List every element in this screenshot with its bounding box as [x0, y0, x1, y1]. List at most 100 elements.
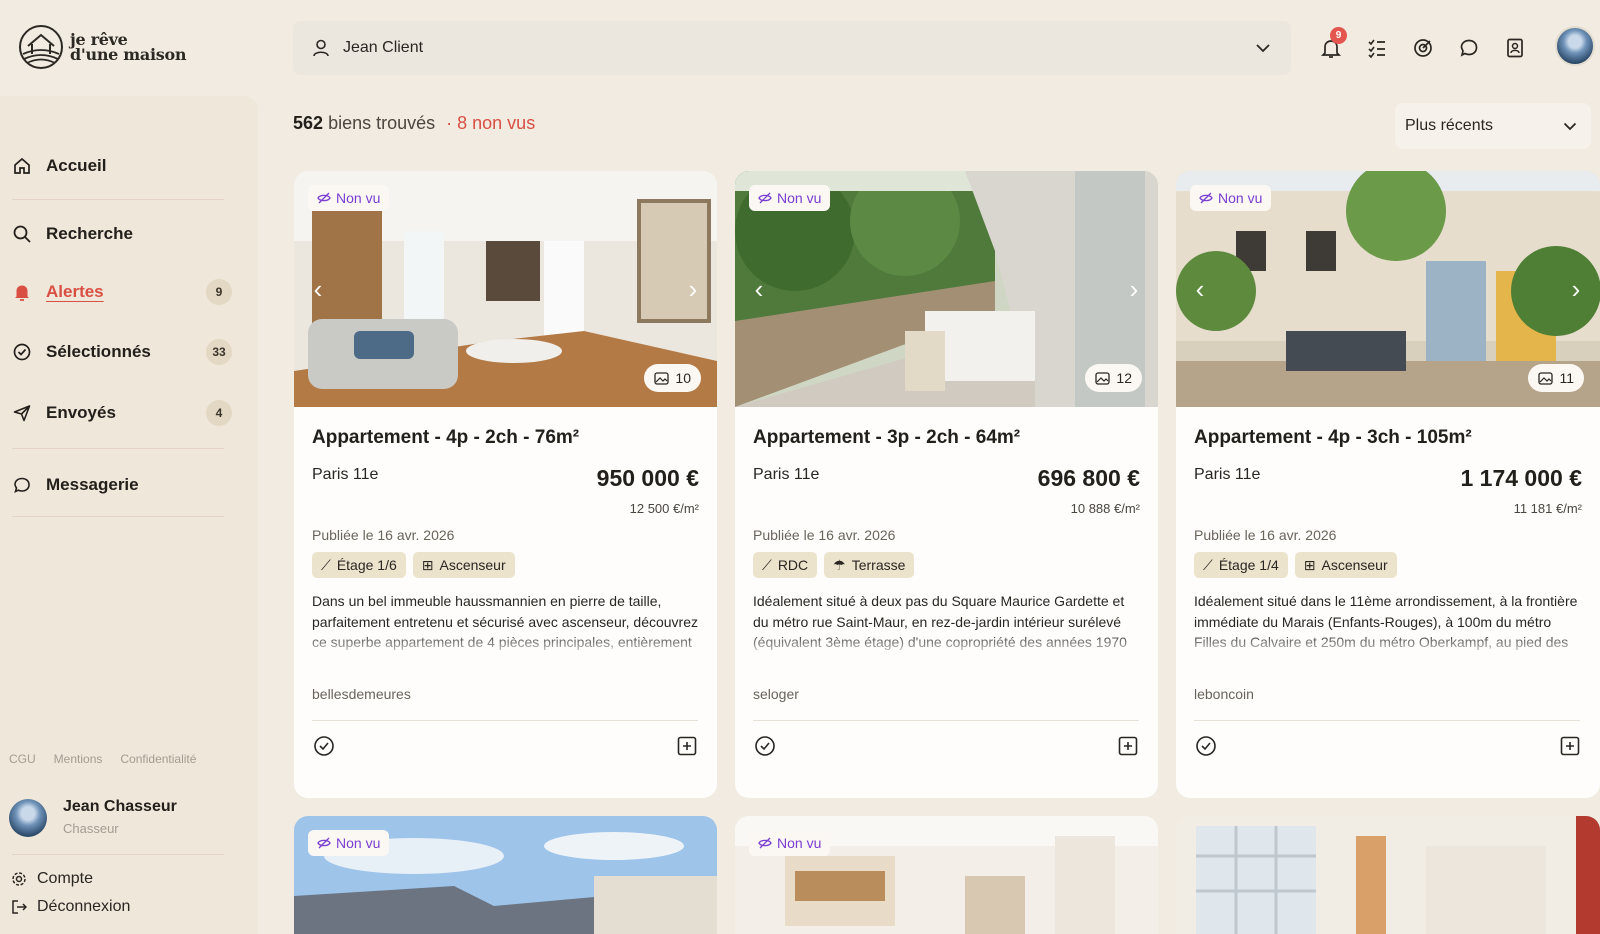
divider	[1194, 720, 1580, 721]
select-listing-button[interactable]	[1194, 734, 1218, 758]
chat-bubble-icon	[14, 477, 30, 493]
cgu-link[interactable]: CGU	[9, 752, 36, 766]
checklist-icon	[1368, 39, 1385, 59]
photos-icon	[1095, 371, 1111, 385]
listing-published-date: Publiée le 16 avr. 2026	[1194, 527, 1337, 543]
photo-count: 10	[644, 364, 701, 392]
listing-source: seloger	[753, 686, 799, 702]
listing-card[interactable]: Non vu ‹ › 11 Appartement - 4p - 3ch - 1…	[1176, 171, 1600, 798]
photo-count-value: 12	[1116, 370, 1132, 386]
add-listing-button[interactable]	[1116, 734, 1140, 758]
tag-floor: ⟋ Étage 1/4	[1194, 552, 1288, 578]
tasks-button[interactable]	[1359, 30, 1395, 66]
gear-icon	[12, 872, 26, 886]
listing-photo[interactable]: Non vu ‹ › 10	[294, 171, 717, 407]
current-user[interactable]: Jean Chasseur Chasseur	[9, 798, 177, 838]
sidebar-item-accueil[interactable]: Accueil	[12, 151, 232, 181]
stairs-icon: ⟋	[1203, 556, 1213, 573]
prev-photo-button[interactable]: ‹	[308, 276, 328, 302]
avatar	[9, 799, 47, 837]
elevator-icon: ⊞	[1303, 556, 1316, 573]
bell-icon	[15, 285, 29, 301]
tag-label: Étage 1/4	[1218, 557, 1279, 573]
sidebar-item-label: Recherche	[46, 224, 133, 243]
add-listing-button[interactable]	[1558, 734, 1582, 758]
logout-link[interactable]: Déconnexion	[11, 898, 130, 916]
next-photo-button[interactable]: ›	[1124, 276, 1144, 302]
stairs-icon: ⟋	[762, 556, 772, 573]
notifications-button[interactable]: 9	[1313, 27, 1349, 66]
prev-photo-button[interactable]: ‹	[1190, 276, 1210, 302]
tag-elevator: ⊞ Ascenseur	[412, 552, 515, 578]
confidentialite-link[interactable]: Confidentialité	[120, 752, 196, 766]
badge-label: Non vu	[336, 190, 381, 206]
sort-select[interactable]: Plus récents	[1395, 103, 1591, 149]
photo-count-value: 11	[1559, 370, 1574, 386]
listing-description: Idéalement situé dans le 11ème arrondiss…	[1194, 593, 1578, 659]
badge-label: Non vu	[777, 190, 822, 206]
not-seen-badge: Non vu	[308, 185, 390, 211]
prev-photo-button[interactable]: ‹	[749, 276, 769, 302]
sidebar-item-label: Sélectionnés	[46, 342, 151, 361]
listing-source: leboncoin	[1194, 686, 1254, 702]
sidebar-item-messagerie[interactable]: Messagerie	[12, 470, 232, 500]
client-select[interactable]: Jean Client	[293, 21, 1291, 75]
listing-photo[interactable]: Non vu ‹ › 11	[1176, 171, 1600, 407]
listing-photo[interactable]: Non vu ‹ › 12	[735, 171, 1158, 407]
select-listing-button[interactable]	[312, 734, 336, 758]
sort-value: Plus récents	[1405, 117, 1494, 134]
listing-city: Paris 11e	[1194, 466, 1261, 483]
listing-price-per-m2: 12 500 €/m²	[629, 501, 699, 516]
notification-count-badge: 9	[1330, 27, 1347, 44]
eye-off-icon	[758, 192, 772, 204]
divider	[12, 854, 224, 855]
listing-price: 696 800 €	[1037, 465, 1140, 491]
listing-card[interactable]: Non vu	[294, 816, 717, 934]
add-listing-button[interactable]	[675, 734, 699, 758]
tag-label: Ascenseur	[1321, 557, 1388, 573]
select-listing-button[interactable]	[753, 734, 777, 758]
listing-description: Dans un bel immeuble haussmannien en pie…	[312, 593, 698, 659]
divider	[753, 720, 1139, 721]
home-icon	[14, 157, 30, 174]
listing-card[interactable]: Non vu ‹ › 12 Appartement - 3p - 2ch - 6…	[735, 171, 1158, 798]
photo-count: 11	[1528, 364, 1584, 392]
listing-card[interactable]: Non vu ‹ › 10 Appartement - 4p - 2ch - 7…	[294, 171, 717, 798]
selected-count-badge: 33	[206, 339, 232, 365]
tag-label: RDC	[777, 557, 809, 573]
sidebar-item-envoyes[interactable]: Envoyés 4	[12, 398, 232, 428]
listing-title[interactable]: Appartement - 3p - 2ch - 64m²	[753, 427, 1140, 449]
tag-label: Terrasse	[851, 557, 906, 573]
eye-off-icon	[317, 837, 331, 849]
listing-price: 1 174 000 €	[1460, 465, 1582, 491]
chevron-down-icon	[1563, 122, 1577, 131]
tag-terrace: ☂ Terrasse	[824, 552, 915, 578]
listing-title[interactable]: Appartement - 4p - 2ch - 76m²	[312, 427, 699, 449]
unseen-count[interactable]: · 8 non vus	[446, 113, 535, 133]
divider	[12, 448, 224, 449]
brand-logo[interactable]: je rêve d'une maison	[18, 24, 188, 70]
sidebar-item-alertes[interactable]: Alertes 9	[12, 277, 232, 307]
contacts-button[interactable]	[1497, 30, 1533, 66]
sidebar-item-recherche[interactable]: Recherche	[12, 219, 232, 249]
chat-bubble-icon	[1460, 39, 1478, 57]
divider	[12, 199, 224, 200]
next-photo-button[interactable]: ›	[1566, 276, 1586, 302]
next-photo-button[interactable]: ›	[683, 276, 703, 302]
listing-photo[interactable]	[1176, 816, 1600, 934]
sidebar-item-selectionnes[interactable]: Sélectionnés 33	[12, 337, 232, 367]
account-link[interactable]: Compte	[11, 870, 93, 888]
target-button[interactable]	[1405, 30, 1441, 66]
listing-card[interactable]: Non vu	[735, 816, 1158, 934]
messages-button[interactable]	[1451, 30, 1487, 66]
mentions-link[interactable]: Mentions	[54, 752, 103, 766]
listing-title[interactable]: Appartement - 4p - 3ch - 105m²	[1194, 427, 1582, 449]
listing-published-date: Publiée le 16 avr. 2026	[312, 527, 455, 543]
listing-photo[interactable]: Non vu	[294, 816, 717, 934]
sidebar-item-label: Accueil	[46, 156, 107, 175]
listing-photo[interactable]: Non vu	[735, 816, 1158, 934]
listing-card[interactable]	[1176, 816, 1600, 934]
user-avatar[interactable]	[1555, 26, 1595, 66]
listing-price-per-m2: 11 181 €/m²	[1513, 501, 1582, 516]
photo-count: 12	[1085, 364, 1142, 392]
